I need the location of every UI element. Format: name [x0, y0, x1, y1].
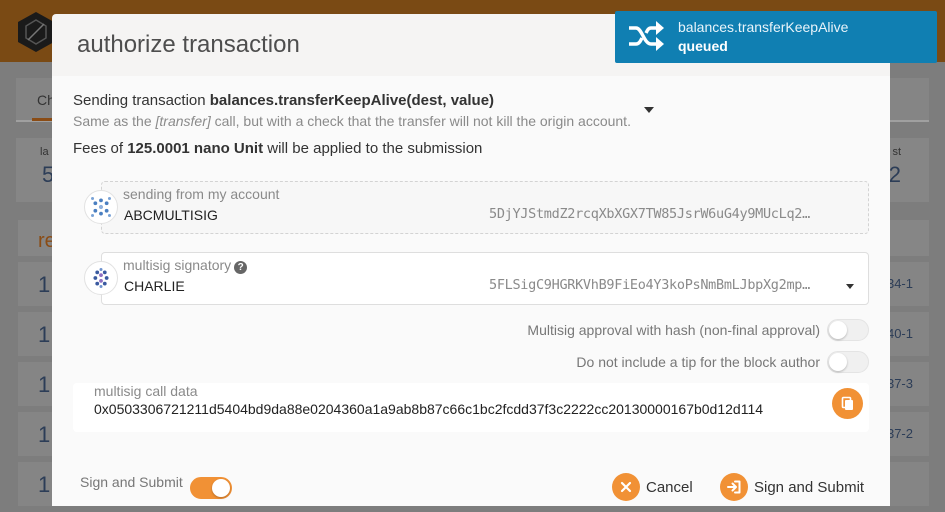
toast-title: balances.transferKeepAlive	[678, 19, 849, 35]
cancel-button-label: Cancel	[646, 479, 693, 496]
transaction-status-toast[interactable]: balances.transferKeepAlive queued	[615, 11, 937, 63]
account-identicon-icon	[84, 190, 118, 224]
row-hash: 37-2	[886, 426, 913, 441]
stat-right-label: st	[892, 146, 901, 158]
sending-account-field: sending from my account ABCMULTISIG 5DjY…	[101, 181, 869, 234]
sign-and-submit-button[interactable]: Sign and Submit	[720, 473, 870, 503]
description-link: [transfer]	[155, 113, 211, 129]
fees-amount: 125.0001 nano Unit	[127, 140, 264, 157]
row-number: 1	[38, 422, 51, 447]
transaction-summary[interactable]: Sending transaction balances.transferKee…	[73, 92, 494, 109]
chevron-down-icon[interactable]	[644, 107, 654, 113]
row-number: 1	[38, 372, 51, 397]
signatory-label-text: multisig signatory	[123, 257, 232, 273]
stat-left-label: la	[40, 146, 49, 158]
signatory-label: multisig signatory?	[123, 257, 248, 274]
signatory-address: 5FLSigC9HGRKVhB9FiEo4Y3koPsNmBmLJbpXg2mp…	[489, 277, 810, 293]
sign-and-submit-toggle-label: Sign and Submit	[80, 474, 183, 490]
sending-account-address: 5DjYJStmdZ2rcqXbXGX7TW85JsrW6uG4y9MUcLq2…	[489, 206, 810, 222]
description-suffix: call, but with a check that the transfer…	[210, 113, 631, 129]
sending-account-label: sending from my account	[123, 186, 280, 202]
row-number: 1	[38, 272, 51, 297]
close-icon	[612, 473, 640, 501]
call-data-value[interactable]: 0x0503306721211d5404bd9da88e0204360a1a9a…	[94, 401, 763, 417]
row-hash: 40-1	[886, 326, 913, 341]
description-prefix: Same as the	[73, 113, 156, 129]
row-hash: 37-3	[886, 376, 913, 391]
chevron-down-icon[interactable]	[846, 284, 854, 289]
fees-suffix: will be applied to the submission	[263, 140, 483, 157]
signatory-identicon-icon	[84, 261, 118, 295]
copy-icon	[841, 396, 853, 410]
cancel-button[interactable]: Cancel	[612, 473, 702, 503]
app-logo-icon	[18, 12, 54, 52]
sign-and-submit-label: Sign and Submit	[754, 479, 865, 496]
copy-button[interactable]	[832, 388, 863, 419]
row-hash: 34-1	[886, 276, 913, 291]
multisig-call-data-field: multisig call data 0x0503306721211d5404b…	[73, 383, 869, 432]
transaction-method: balances.transferKeepAlive(dest, value)	[209, 92, 495, 109]
modal-body: Sending transaction balances.transferKee…	[52, 76, 890, 506]
row-number: 1	[38, 472, 51, 497]
stat-right-value: 2	[888, 162, 901, 187]
modal-title: authorize transaction	[77, 31, 300, 58]
transaction-prefix: Sending transaction	[73, 92, 210, 109]
no-tip-toggle[interactable]	[827, 351, 869, 373]
transaction-description: Same as the [transfer] call, but with a …	[73, 113, 631, 129]
help-icon[interactable]: ?	[234, 261, 248, 274]
authorize-transaction-modal: authorize transaction Sending transactio…	[52, 14, 890, 506]
shuffle-icon	[629, 21, 664, 51]
sign-in-icon	[720, 473, 748, 501]
approval-hash-label: Multisig approval with hash (non-final a…	[527, 322, 820, 338]
call-data-label: multisig call data	[94, 383, 198, 399]
row-number: 1	[38, 322, 51, 347]
multisig-signatory-select[interactable]: multisig signatory? CHARLIE 5FLSigC9HGRK…	[101, 252, 869, 305]
no-tip-label: Do not include a tip for the block autho…	[576, 354, 820, 370]
approval-hash-toggle[interactable]	[827, 319, 869, 341]
sending-account-name: ABCMULTISIG	[124, 207, 218, 223]
sign-and-submit-toggle[interactable]	[190, 477, 232, 499]
fees-prefix: Fees of	[73, 140, 128, 157]
fees-info: Fees of 125.0001 nano Unit will be appli…	[73, 140, 482, 157]
toast-status: queued	[678, 38, 728, 54]
signatory-name: CHARLIE	[124, 278, 185, 294]
